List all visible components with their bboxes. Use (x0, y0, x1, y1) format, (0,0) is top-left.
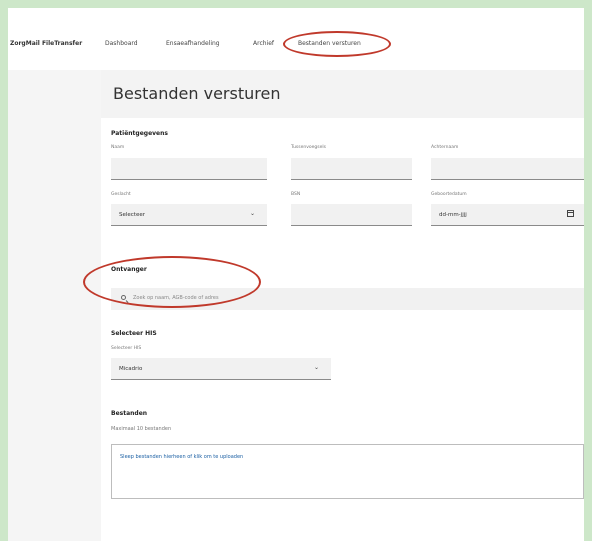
chevron-down-icon: ⌄ (249, 210, 255, 217)
select-geslacht[interactable]: Selecteer ⌄ (111, 204, 267, 226)
label-his: Selecteer HIS (111, 346, 142, 351)
page-header: Bestanden versturen (101, 70, 584, 118)
screenshot-frame: ZorgMail FileTransfer Dashboard Ensaeafh… (8, 8, 584, 541)
label-bsn: BSN (291, 192, 301, 197)
input-tussenvoegsels[interactable] (291, 158, 412, 180)
input-achternaam[interactable] (431, 158, 584, 180)
section-title-his: Selecteer HIS (111, 330, 157, 337)
section-title-recipient: Ontvanger (111, 266, 147, 273)
file-dropzone[interactable]: Sleep bestanden hierheen of klik om te u… (111, 444, 584, 499)
select-his-value: Micadrio (119, 366, 143, 372)
label-achternaam: Achternaam (431, 145, 459, 150)
calendar-icon[interactable] (567, 210, 574, 217)
select-his[interactable]: Micadrio ⌄ (111, 358, 331, 380)
label-geslacht: Geslacht (111, 192, 131, 197)
section-title-files: Bestanden (111, 410, 148, 417)
main-content: Bestanden versturen Patiëntgegevens Naam… (101, 70, 584, 541)
label-geboortedatum: Geboortedatum (431, 192, 467, 197)
brand-logo-text: ZorgMail FileTransfer (10, 40, 83, 47)
nav-dashboard[interactable]: Dashboard (105, 40, 138, 47)
page-title: Bestanden versturen (113, 84, 281, 103)
label-tussenvoegsels: Tussenvoegsels (291, 145, 326, 150)
top-navigation: ZorgMail FileTransfer Dashboard Ensaeafh… (8, 8, 584, 70)
date-placeholder: dd-mm-jjjj (439, 212, 467, 218)
dropzone-text[interactable]: Sleep bestanden hierheen of klik om te u… (120, 454, 243, 460)
nav-ensaeafhandeling[interactable]: Ensaeafhandeling (166, 40, 220, 47)
nav-bestanden-versturen[interactable]: Bestanden versturen (298, 40, 361, 47)
nav-archief[interactable]: Archief (253, 40, 274, 47)
recipient-search-input[interactable]: Zoek op naam, AGB-code of adres (111, 288, 584, 310)
sidebar (8, 70, 101, 541)
files-hint: Maximaal 10 bestanden (111, 426, 172, 432)
recipient-search-placeholder: Zoek op naam, AGB-code of adres (133, 295, 219, 301)
section-title-patient: Patiëntgegevens (111, 130, 168, 137)
input-geboortedatum[interactable]: dd-mm-jjjj (431, 204, 584, 226)
chevron-down-icon: ⌄ (313, 364, 319, 371)
search-icon (121, 295, 126, 300)
input-bsn[interactable] (291, 204, 412, 226)
input-naam[interactable] (111, 158, 267, 180)
label-naam: Naam (111, 145, 125, 150)
select-geslacht-value: Selecteer (119, 212, 145, 218)
